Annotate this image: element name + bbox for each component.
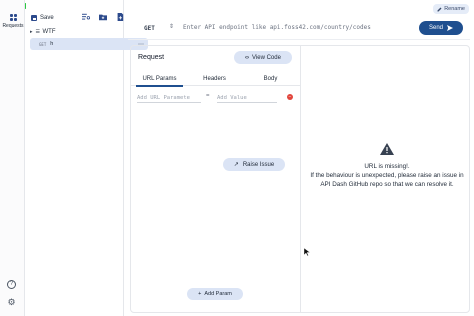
save-icon [31, 14, 37, 21]
pane-divider[interactable] [300, 46, 301, 312]
raise-issue-label: Raise Issue [242, 161, 275, 168]
request-name: h [50, 41, 54, 47]
response-message: URL is missing!. If the behaviour is une… [309, 143, 465, 189]
nav-requests[interactable]: Requests [2, 14, 24, 29]
save-label: Save [40, 14, 54, 21]
collection-panel: Save ▸ ☰ WTF GET h ⋯ [26, 0, 148, 316]
add-param-button[interactable]: + Add Param [187, 288, 243, 300]
request-pane-title: Request [138, 54, 165, 61]
nav-requests-label: Requests [2, 23, 24, 29]
tab-headers[interactable]: Headers [192, 72, 237, 86]
navigation-rail: Requests ? ⚙ [0, 0, 25, 316]
param-key-input[interactable] [137, 93, 201, 103]
requests-icon [9, 14, 17, 21]
list-icon: ☰ [35, 29, 40, 35]
raise-issue-button[interactable]: ↗ Raise Issue [223, 158, 285, 171]
gear-icon[interactable]: ⚙ [7, 298, 16, 307]
send-icon [447, 25, 453, 31]
param-value-input[interactable] [217, 93, 277, 103]
view-code-button[interactable]: ‹› View Code [234, 51, 292, 64]
rename-button[interactable]: Rename [433, 4, 469, 14]
add-param-label: Add Param [204, 291, 232, 297]
url-bar: GET ⇕ Send [128, 16, 470, 40]
send-button[interactable]: Send [419, 21, 463, 35]
raise-issue-explanation: If the behaviour is unexpected, please r… [310, 172, 464, 188]
url-input[interactable] [183, 22, 413, 33]
save-button[interactable]: Save [31, 14, 54, 21]
new-request-icon[interactable] [116, 13, 124, 21]
rename-label: Rename [444, 6, 465, 12]
filter-list-icon[interactable] [82, 13, 90, 21]
collection-toolbar: Save [31, 12, 124, 23]
param-row: = − [137, 93, 295, 104]
view-code-label: View Code [252, 54, 281, 61]
collection-folder[interactable]: ▸ ☰ WTF [30, 28, 119, 36]
folder-name: WTF [42, 29, 56, 35]
code-icon: ‹› [245, 54, 250, 61]
remove-param-icon[interactable]: − [287, 94, 293, 100]
new-folder-icon[interactable] [99, 13, 107, 21]
plus-icon: + [198, 291, 202, 297]
request-tabs: URL Params Headers Body [131, 72, 300, 87]
arrow-up-right-icon: ↗ [233, 162, 239, 168]
method-dropdown-icon[interactable]: ⇕ [169, 23, 174, 30]
pencil-icon [437, 7, 442, 11]
editor-panel: Request ‹› View Code URL Params Headers … [130, 45, 470, 313]
warning-icon [380, 143, 394, 155]
param-equals: = [206, 93, 210, 99]
mouse-cursor-icon [304, 248, 310, 256]
url-missing-text: URL is missing!. [364, 163, 410, 170]
tab-url-params[interactable]: URL Params [136, 72, 183, 87]
tab-body[interactable]: Body [249, 72, 292, 86]
send-label: Send [428, 25, 443, 31]
help-icon[interactable]: ? [7, 280, 16, 289]
request-method-badge: GET [39, 41, 47, 47]
chevron-right-icon: ▸ [30, 29, 33, 35]
method-label: GET [144, 25, 155, 32]
